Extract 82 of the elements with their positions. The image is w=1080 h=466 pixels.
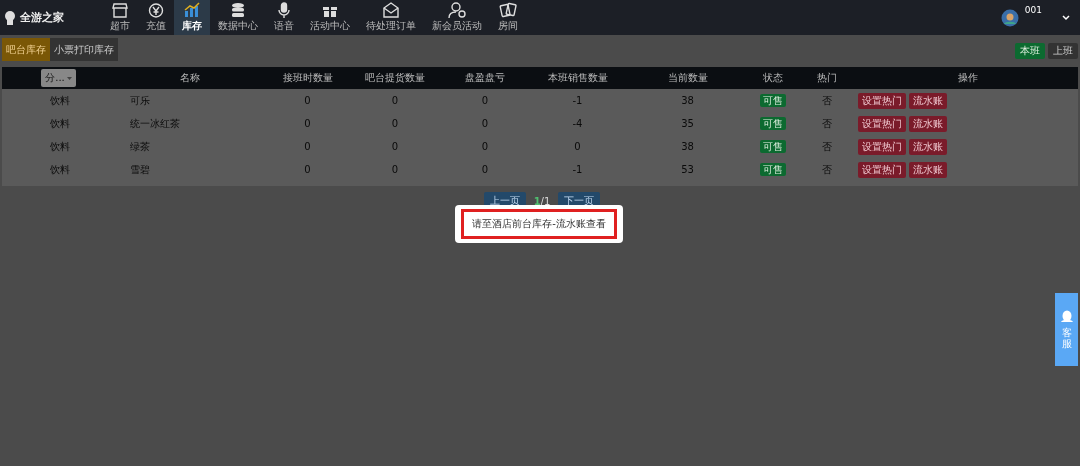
dialog-message: 请至酒店前台库存-流水账查看	[461, 209, 617, 239]
action-button[interactable]: 流水账	[909, 138, 947, 155]
table-cell-text: 0	[480, 118, 490, 129]
table-cell-text: 0	[390, 95, 400, 106]
chevron-down-icon[interactable]	[1062, 14, 1070, 21]
table-cell-text: 饮料	[49, 116, 71, 131]
status-badge: 可售	[759, 162, 786, 176]
nav-item[interactable]: 充值	[138, 0, 174, 35]
nav-item[interactable]: 库存	[174, 0, 210, 35]
tab[interactable]: 小票打印库存	[50, 38, 118, 61]
table-cell-text: 0	[390, 141, 400, 152]
cards-icon	[499, 2, 517, 18]
page-total: /1	[540, 195, 551, 207]
status-badge: 可售	[759, 116, 786, 130]
table-cell-text: 饮料	[49, 93, 71, 108]
action-button[interactable]: 流水账	[909, 161, 947, 178]
mail-icon	[382, 2, 400, 18]
column-header: 接班时数量	[281, 71, 334, 85]
category-filter[interactable]: 分...	[41, 69, 76, 87]
nav-item[interactable]: 语音	[266, 0, 302, 35]
nav-item[interactable]: 房间	[490, 0, 526, 35]
shift-button[interactable]: 本班	[1015, 43, 1045, 59]
table-cell-text: 0	[303, 164, 312, 175]
table-cell-text: 0	[573, 141, 582, 152]
mic-icon	[275, 2, 293, 18]
table-cell-text: 0	[390, 118, 400, 129]
table-cell-text: 否	[820, 116, 833, 131]
column-header: 热门	[815, 71, 838, 85]
table-cell-text: 可乐	[129, 93, 151, 108]
table-cell-text: 否	[820, 139, 833, 154]
table-cell-text: 53	[680, 164, 695, 175]
table-cell-text: 0	[303, 118, 312, 129]
action-button[interactable]: 设置热门	[858, 138, 906, 155]
column-header: 吧台提货数量	[364, 71, 426, 85]
table-cell-text: 0	[480, 164, 490, 175]
column-header: 本班销售数量	[546, 71, 609, 85]
table-cell-text: -1	[571, 164, 584, 175]
table-cell-text: 0	[480, 95, 490, 106]
action-button[interactable]: 流水账	[909, 92, 947, 109]
table-cell-text: -4	[571, 118, 584, 129]
table-cell-text: 38	[680, 141, 695, 152]
action-button[interactable]: 流水账	[909, 115, 947, 132]
column-header: 盘盈盘亏	[464, 71, 506, 85]
table-cell-text: 0	[480, 141, 490, 152]
table-cell-text: 35	[680, 118, 695, 129]
coin-icon	[147, 2, 165, 18]
database-icon	[229, 2, 247, 18]
nav-item[interactable]: 活动中心	[302, 0, 358, 35]
action-button[interactable]: 设置热门	[858, 161, 906, 178]
current-page: 1	[533, 195, 541, 207]
table-cell-text: 饮料	[49, 162, 71, 177]
logo-text: 全游之家	[20, 10, 64, 25]
action-button[interactable]: 设置热门	[858, 115, 906, 132]
status-badge: 可售	[759, 93, 786, 107]
caret-icon	[66, 76, 72, 80]
table-cell-text: 0	[303, 141, 312, 152]
table-cell-text: 饮料	[49, 139, 71, 154]
avatar-icon[interactable]	[1000, 8, 1019, 27]
nav-item[interactable]: 待处理订单	[358, 0, 424, 35]
column-header: 名称	[179, 71, 201, 85]
table-cell-text: 0	[390, 164, 400, 175]
table-cell-text: -1	[571, 95, 584, 106]
shift-button[interactable]: 上班	[1048, 43, 1078, 59]
nav-item[interactable]: 新会员活动	[424, 0, 490, 35]
status-badge: 可售	[759, 139, 786, 153]
table-cell-text: 否	[820, 93, 833, 108]
user-icon	[448, 2, 466, 18]
table-cell-text: 绿茶	[129, 139, 151, 154]
action-button[interactable]: 设置热门	[858, 92, 906, 109]
shop-icon	[111, 2, 129, 18]
tab[interactable]: 吧台库存	[2, 38, 50, 61]
nav-item[interactable]: 超市	[102, 0, 138, 35]
column-header: 当前数量	[666, 71, 709, 85]
table-cell-text: 否	[820, 162, 833, 177]
column-header: 状态	[761, 71, 784, 85]
nav-item[interactable]: 数据中心	[210, 0, 266, 35]
table-cell-text: 0	[303, 95, 312, 106]
table-cell-text: 雪碧	[129, 162, 151, 177]
user-name: 001	[1024, 4, 1042, 15]
table-cell-text: 38	[680, 95, 695, 106]
chart-icon	[183, 2, 201, 18]
column-header: 操作	[957, 71, 979, 85]
